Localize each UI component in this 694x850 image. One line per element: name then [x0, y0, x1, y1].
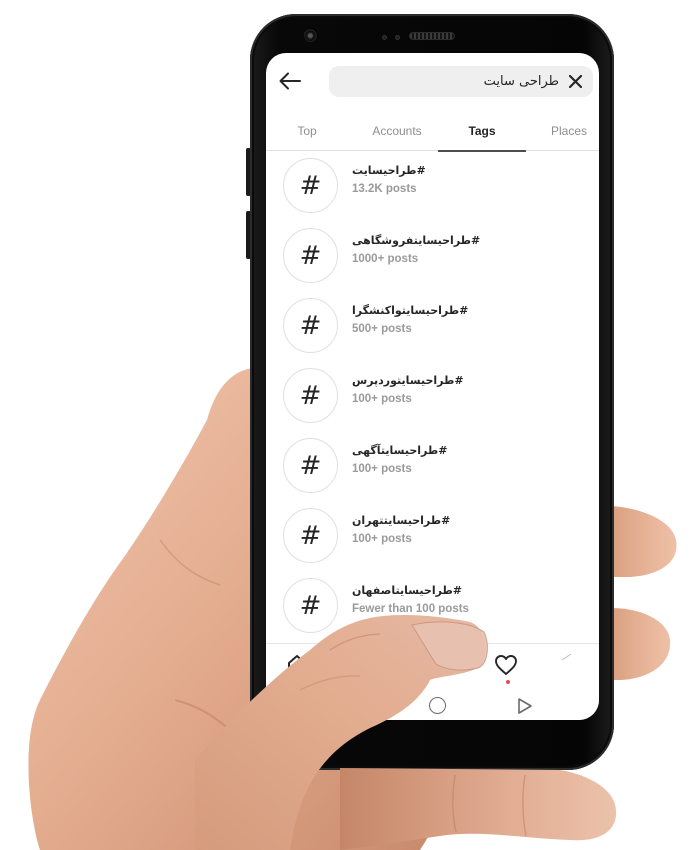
search-tabs: Top Accounts Tags Places [266, 113, 599, 152]
tab-tags[interactable]: Tags [438, 113, 526, 152]
tag-result-row[interactable]: # #طراحیسایتتهران 100+ posts [266, 502, 599, 572]
tag-name: #طراحیسایتواکنشگرا [352, 304, 469, 317]
hashtag-icon: # [283, 228, 338, 283]
phone-screen: Top Accounts Tags Places # #طراحیسایت 13… [266, 53, 599, 720]
tag-post-count: Fewer than 100 posts [352, 603, 469, 615]
tab-places[interactable]: Places [534, 113, 599, 151]
system-navigation-bar [266, 693, 599, 720]
front-camera-icon [304, 28, 318, 42]
tag-post-count: 13.2K posts [352, 183, 417, 195]
tag-result-row[interactable]: # #طراحیسایتفروشگاهی 1000+ posts [266, 222, 599, 292]
sensor-icon [382, 35, 387, 40]
tag-post-count: 100+ posts [352, 533, 412, 545]
tag-results-list: # #طراحیسایت 13.2K posts # #طراحیسایتفرو… [266, 152, 599, 642]
tag-result-row[interactable]: # #طراحیسایتواکنشگرا 500+ posts [266, 292, 599, 362]
arrow-left-icon [279, 72, 301, 90]
profile-icon[interactable] [561, 652, 573, 662]
search-bar[interactable] [329, 66, 593, 97]
tab-top[interactable]: Top [278, 113, 336, 151]
tag-post-count: 100+ posts [352, 463, 412, 475]
tag-result-row[interactable]: # #طراحیسایتاصفهان Fewer than 100 posts [266, 572, 599, 642]
hashtag-icon: # [283, 368, 338, 423]
hashtag-icon: # [283, 158, 338, 213]
back-triangle-icon[interactable] [517, 697, 533, 715]
tag-name: #طراحیسایت [352, 164, 426, 177]
tag-result-row[interactable]: # #طراحیسایتآگهی 100+ posts [266, 432, 599, 502]
hashtag-icon: # [283, 578, 338, 633]
tag-name: #طراحیسایتتهران [352, 514, 451, 527]
activity-notification-dot [506, 680, 510, 684]
hashtag-icon: # [283, 438, 338, 493]
close-icon[interactable] [568, 74, 583, 89]
search-header [266, 53, 599, 111]
tag-post-count: 500+ posts [352, 323, 412, 335]
tag-result-row[interactable]: # #طراحیسایت 13.2K posts [266, 152, 599, 222]
sensor-icon [395, 35, 400, 40]
tag-post-count: 100+ posts [352, 393, 412, 405]
hashtag-icon: # [283, 508, 338, 563]
home-circle-icon[interactable] [429, 697, 446, 714]
tag-result-row[interactable]: # #طراحیسایتوردپرس 100+ posts [266, 362, 599, 432]
heart-icon[interactable] [494, 654, 518, 676]
home-icon[interactable] [286, 654, 308, 676]
tag-name: #طراحیسایتوردپرس [352, 374, 464, 387]
tag-name: #طراحیسایتاصفهان [352, 584, 463, 597]
phone-frame: Top Accounts Tags Places # #طراحیسایت 13… [250, 14, 614, 770]
search-input[interactable] [349, 66, 559, 97]
tab-accounts[interactable]: Accounts [353, 113, 441, 151]
tag-name: #طراحیسایتفروشگاهی [352, 234, 481, 247]
hashtag-icon: # [283, 298, 338, 353]
tag-post-count: 1000+ posts [352, 253, 419, 265]
earpiece-speaker [409, 32, 455, 40]
bottom-navigation [266, 643, 599, 693]
back-button[interactable] [276, 67, 304, 95]
tag-name: #طراحیسایتآگهی [352, 444, 448, 457]
